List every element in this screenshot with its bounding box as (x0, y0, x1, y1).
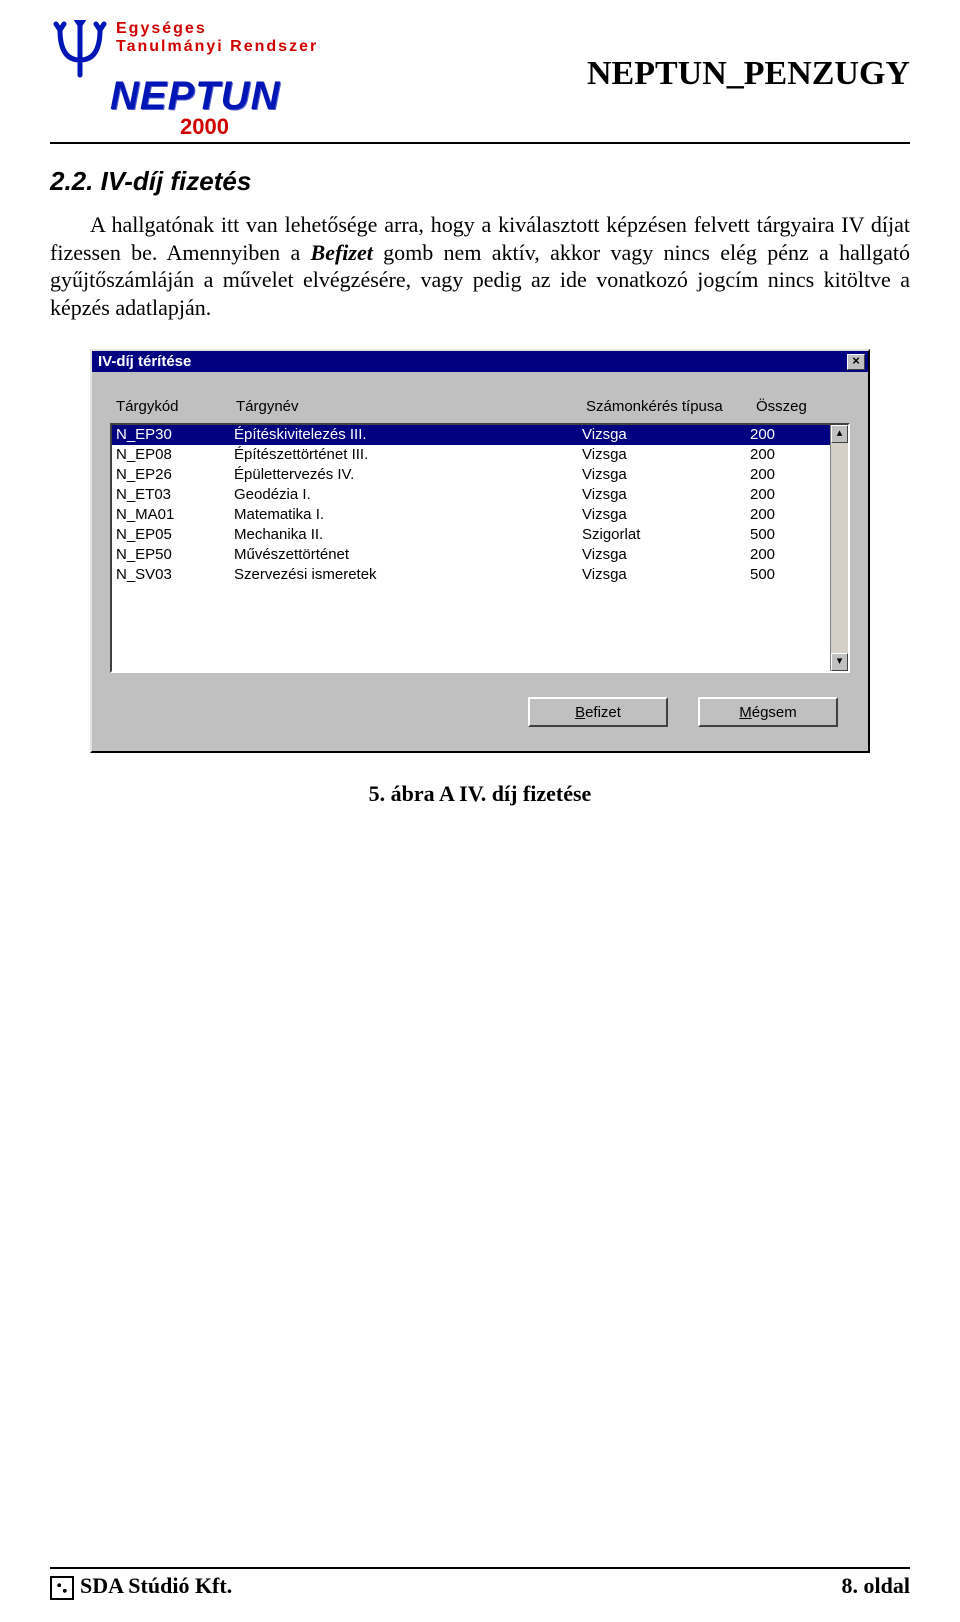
doc-title: NEPTUN_PENZUGY (587, 55, 910, 93)
dialog-screenshot: IV-díj térítése × Tárgykód Tárgynév Szám… (50, 349, 910, 753)
header-rule (50, 142, 910, 144)
dialog-title: IV-díj térítése (98, 353, 191, 370)
cell-amount: 500 (750, 565, 828, 585)
logo-word: NEPTUN (110, 76, 330, 116)
cell-code: N_EP26 (116, 465, 234, 485)
cell-code: N_ET03 (116, 485, 234, 505)
table-row[interactable]: N_MA01Matematika I.Vizsga200 (112, 505, 848, 525)
cell-name: Épülettervezés IV. (234, 465, 582, 485)
table-row[interactable]: N_EP08Építészettörténet III.Vizsga200 (112, 445, 848, 465)
cell-name: Építészettörténet III. (234, 445, 582, 465)
befizet-ul: B (575, 704, 585, 721)
cell-code: N_EP08 (116, 445, 234, 465)
table-row[interactable]: N_EP26Épülettervezés IV.Vizsga200 (112, 465, 848, 485)
cell-amount: 200 (750, 505, 828, 525)
befizet-button[interactable]: Befizet (528, 697, 668, 727)
table-row[interactable]: N_ET03Geodézia I.Vizsga200 (112, 485, 848, 505)
col-name: Tárgynév (236, 398, 586, 415)
tagline-line2: Tanulmányi Rendszer (116, 38, 318, 56)
cell-amount: 200 (750, 465, 828, 485)
col-code: Tárgykód (116, 398, 236, 415)
megsem-post: égsem (752, 704, 797, 721)
table-row[interactable]: N_EP05Mechanika II.Szigorlat500 (112, 525, 848, 545)
logo-block: Egységes Tanulmányi Rendszer NEPTUN 2000 (50, 20, 330, 140)
cell-code: N_SV03 (116, 565, 234, 585)
cell-type: Vizsga (582, 465, 750, 485)
cell-amount: 200 (750, 545, 828, 565)
para-befizet-word: Befizet (311, 240, 373, 265)
company-logo-icon (50, 1576, 74, 1600)
table-row[interactable]: N_EP50MűvészettörténetVizsga200 (112, 545, 848, 565)
footer-company-text: SDA Stúdió Kft. (80, 1573, 232, 1598)
cell-amount: 200 (750, 445, 828, 465)
figure-caption: 5. ábra A IV. díj fizetése (50, 781, 910, 807)
cell-name: Mechanika II. (234, 525, 582, 545)
cell-name: Matematika I. (234, 505, 582, 525)
section-heading: 2.2. IV-díj fizetés (50, 166, 910, 197)
cell-name: Szervezési ismeretek (234, 565, 582, 585)
page-header: Egységes Tanulmányi Rendszer NEPTUN 2000… (50, 20, 910, 140)
cell-code: N_EP05 (116, 525, 234, 545)
table-row[interactable]: N_SV03Szervezési ismeretekVizsga500 (112, 565, 848, 585)
footer-rule (50, 1567, 910, 1569)
cell-type: Vizsga (582, 545, 750, 565)
col-amount: Összeg (756, 398, 836, 415)
megsem-button[interactable]: Mégsem (698, 697, 838, 727)
cell-amount: 200 (750, 485, 828, 505)
scroll-up-icon[interactable]: ▴ (831, 425, 848, 443)
befizet-post: efizet (585, 704, 621, 721)
cell-type: Vizsga (582, 565, 750, 585)
scrollbar[interactable]: ▴ ▾ (830, 425, 848, 671)
cell-type: Vizsga (582, 485, 750, 505)
tagline-line1: Egységes (116, 20, 318, 38)
dialog-button-row: Befizet Mégsem (110, 673, 850, 733)
page-footer: SDA Stúdió Kft. 8. oldal (50, 1567, 910, 1600)
scroll-down-icon[interactable]: ▾ (831, 653, 848, 671)
cell-code: N_EP30 (116, 425, 234, 445)
cell-code: N_EP50 (116, 545, 234, 565)
cell-type: Vizsga (582, 445, 750, 465)
logo-tagline: Egységes Tanulmányi Rendszer (116, 20, 318, 57)
cell-type: Szigorlat (582, 525, 750, 545)
megsem-ul: M (739, 704, 752, 721)
footer-company: SDA Stúdió Kft. (50, 1573, 232, 1600)
col-type: Számonkérés típusa (586, 398, 756, 415)
cell-name: Építéskivitelezés III. (234, 425, 582, 445)
trident-icon (50, 20, 110, 80)
cell-name: Művészettörténet (234, 545, 582, 565)
iv-dij-dialog: IV-díj térítése × Tárgykód Tárgynév Szám… (90, 349, 870, 753)
cell-type: Vizsga (582, 505, 750, 525)
cell-name: Geodézia I. (234, 485, 582, 505)
cell-code: N_MA01 (116, 505, 234, 525)
footer-page: 8. oldal (842, 1573, 910, 1600)
cell-amount: 200 (750, 425, 828, 445)
subject-listbox[interactable]: N_EP30Építéskivitelezés III.Vizsga200N_E… (110, 423, 850, 673)
section-paragraph: A hallgatónak itt van lehetősége arra, h… (50, 211, 910, 321)
dialog-titlebar[interactable]: IV-díj térítése × (92, 351, 868, 372)
table-row[interactable]: N_EP30Építéskivitelezés III.Vizsga200 (112, 425, 848, 445)
close-icon[interactable]: × (847, 354, 865, 370)
column-headers: Tárgykód Tárgynév Számonkérés típusa Öss… (110, 398, 850, 423)
cell-amount: 500 (750, 525, 828, 545)
cell-type: Vizsga (582, 425, 750, 445)
